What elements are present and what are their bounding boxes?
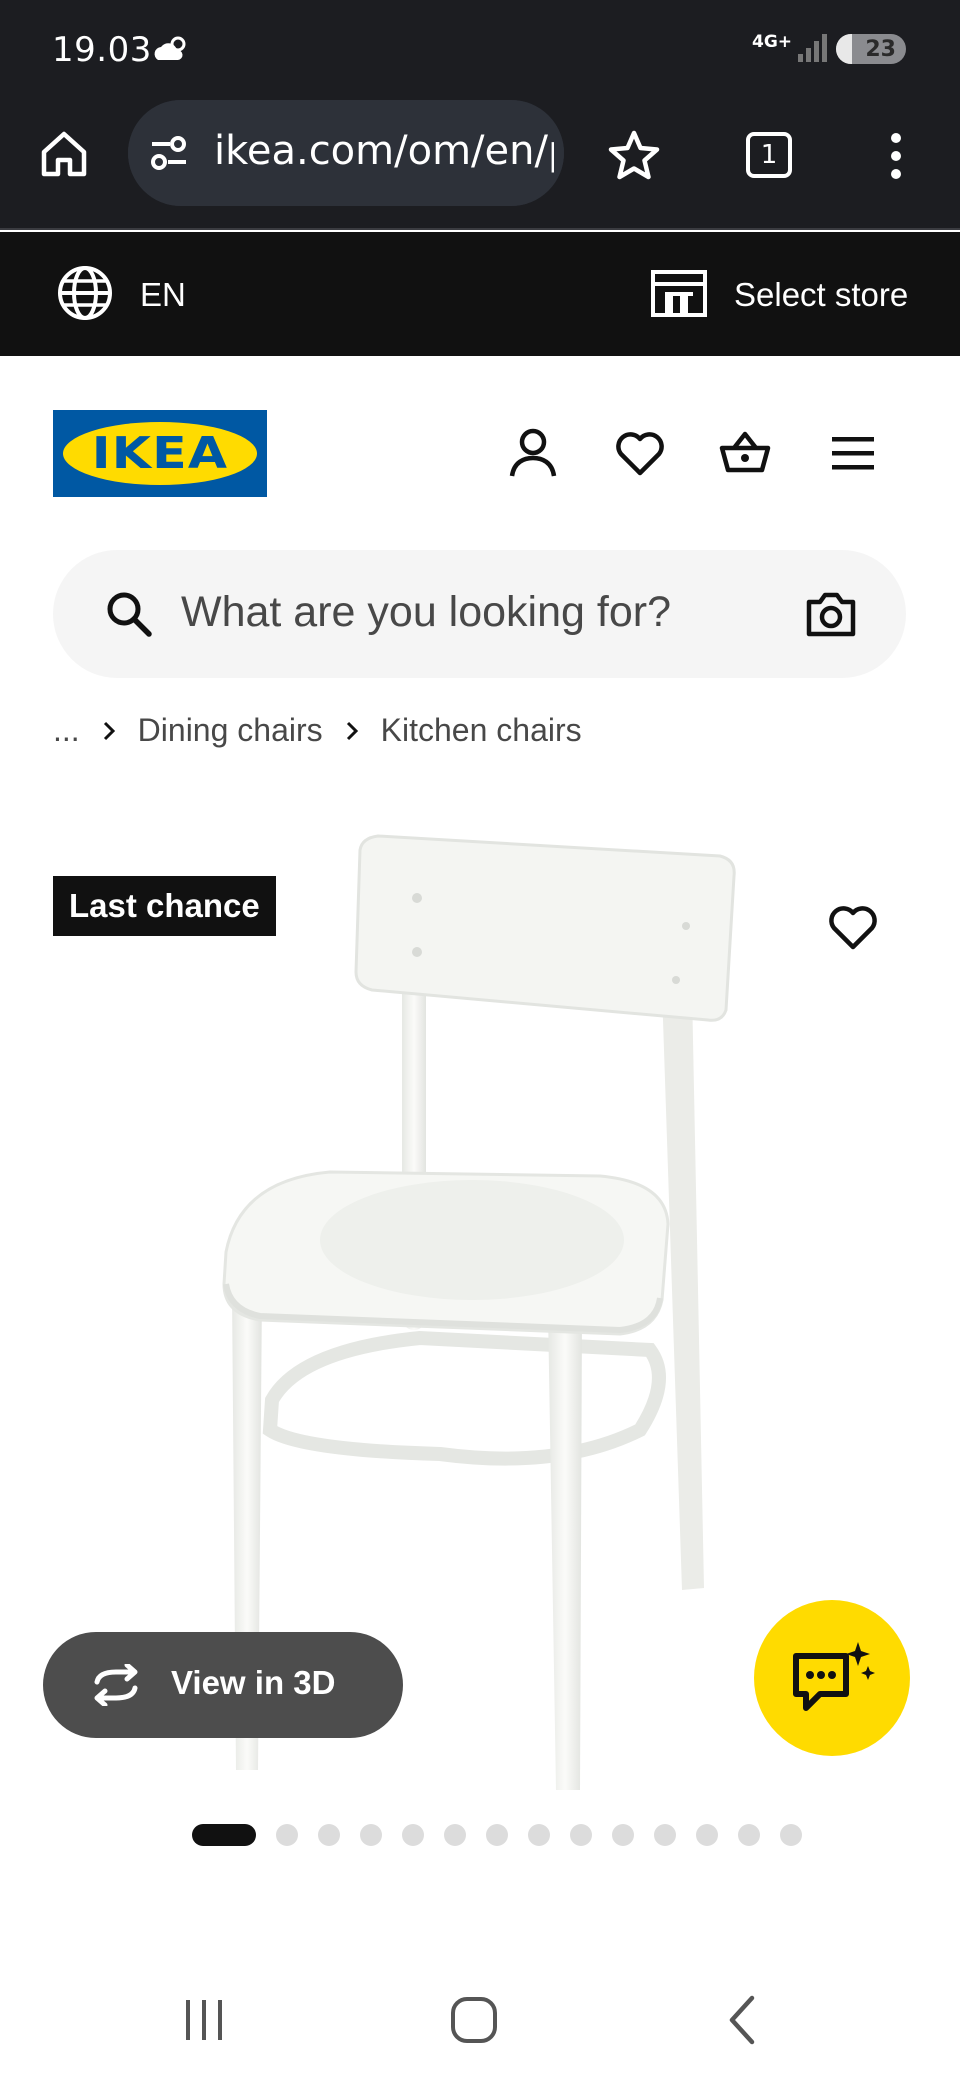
view-in-3d-button[interactable]: View in 3D: [43, 1632, 403, 1738]
bookmark-star-icon[interactable]: [606, 128, 662, 184]
signal-icon: [798, 34, 827, 62]
battery-icon: 23: [836, 34, 906, 64]
rotate-3d-icon: [94, 1664, 138, 1706]
logo-text: IKEA: [91, 428, 229, 479]
shopping-basket-icon[interactable]: [718, 426, 772, 480]
carousel-dot[interactable]: [486, 1824, 508, 1846]
url-pill[interactable]: ikea.com/om/en/p: [128, 100, 564, 206]
back-icon[interactable]: [718, 1994, 770, 2046]
weather-cloudy-icon: [154, 36, 186, 60]
search-icon: [107, 592, 152, 637]
carousel-dot[interactable]: [444, 1824, 466, 1846]
search-bar[interactable]: What are you looking for?: [53, 550, 906, 678]
profile-icon[interactable]: [506, 426, 560, 480]
select-store-link[interactable]: Select store: [734, 276, 908, 314]
network-type: 4G+: [752, 32, 793, 52]
status-time: 19.03: [52, 30, 152, 70]
search-input[interactable]: What are you looking for?: [181, 588, 671, 637]
locale-bar: EN Select store: [0, 232, 960, 356]
view-in-3d-label: View in 3D: [171, 1664, 336, 1701]
carousel-dot[interactable]: [528, 1824, 550, 1846]
recent-apps-icon[interactable]: [178, 1994, 230, 2046]
carousel-dot[interactable]: [276, 1824, 298, 1846]
carousel-dot[interactable]: [612, 1824, 634, 1846]
breadcrumb-kitchen-chairs[interactable]: Kitchen chairs: [381, 712, 582, 749]
language-selector[interactable]: EN: [140, 276, 186, 314]
breadcrumb-dining-chairs[interactable]: Dining chairs: [138, 712, 323, 749]
chat-assistant-button[interactable]: [754, 1600, 910, 1756]
breadcrumb: ... Dining chairs Kitchen chairs: [53, 712, 582, 749]
ikea-logo[interactable]: IKEA: [53, 410, 267, 497]
image-carousel-indicator: [192, 1824, 802, 1846]
carousel-dot-active[interactable]: [192, 1824, 256, 1846]
store-icon[interactable]: [650, 268, 708, 318]
breadcrumb-ellipsis[interactable]: ...: [53, 712, 80, 749]
last-chance-badge: Last chance: [53, 876, 276, 936]
hamburger-menu-icon[interactable]: [826, 426, 880, 480]
carousel-dot[interactable]: [402, 1824, 424, 1846]
carousel-dot[interactable]: [318, 1824, 340, 1846]
home-icon[interactable]: [38, 128, 90, 180]
add-to-favourites-icon[interactable]: [826, 900, 880, 954]
home-button-icon[interactable]: [448, 1994, 500, 2046]
favourites-heart-icon[interactable]: [613, 426, 667, 480]
url-text: ikea.com/om/en/p: [214, 128, 554, 174]
system-nav-bar: [0, 1960, 960, 2080]
carousel-dot[interactable]: [654, 1824, 676, 1846]
carousel-dot[interactable]: [360, 1824, 382, 1846]
carousel-dot[interactable]: [780, 1824, 802, 1846]
chevron-right-icon: [103, 721, 115, 740]
camera-search-icon[interactable]: [805, 590, 857, 638]
chevron-right-icon: [346, 721, 358, 740]
ai-chat-icon: [793, 1642, 875, 1711]
carousel-dot[interactable]: [696, 1824, 718, 1846]
tab-switcher-button[interactable]: 1: [746, 132, 792, 178]
carousel-dot[interactable]: [570, 1824, 592, 1846]
site-settings-icon[interactable]: [148, 134, 190, 172]
status-bar: 19.03 4G+ 23: [0, 0, 960, 100]
overflow-menu-icon[interactable]: [878, 130, 914, 182]
battery-level: 23: [865, 37, 896, 62]
globe-icon[interactable]: [56, 264, 114, 322]
carousel-dot[interactable]: [738, 1824, 760, 1846]
